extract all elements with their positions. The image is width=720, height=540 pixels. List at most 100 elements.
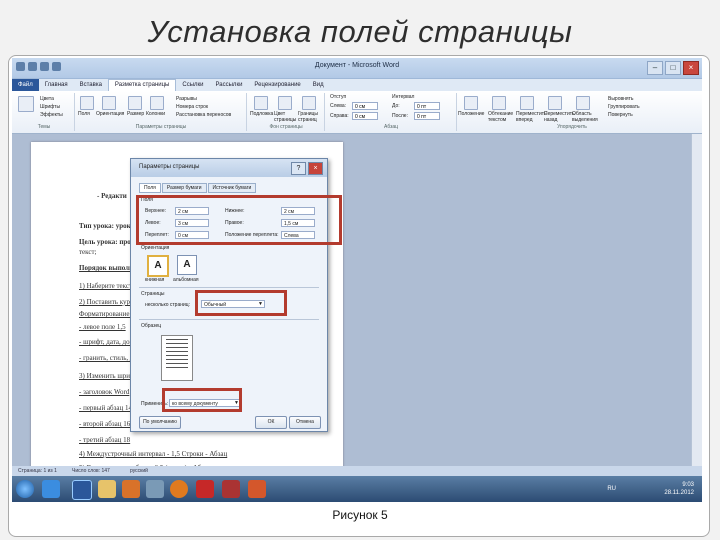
tab-file[interactable]: Файл (12, 79, 39, 91)
margins-icon[interactable] (80, 96, 94, 110)
explorer-icon[interactable] (98, 480, 116, 498)
send-backward-button[interactable]: Переместить назад (544, 111, 575, 123)
align-button[interactable]: Выровнять (608, 96, 634, 102)
document-line: - заголовок Word (79, 388, 130, 396)
portrait-label: книжная (145, 277, 165, 283)
tab-references[interactable]: Ссылки (176, 82, 209, 88)
tab-mailings[interactable]: Рассылки (209, 82, 248, 88)
page-color-icon[interactable] (278, 96, 292, 110)
highlight-multiple-pages-box (195, 290, 287, 316)
media-player-icon[interactable] (122, 480, 140, 498)
tab-page-layout[interactable]: Разметка страницы (107, 79, 177, 91)
ribbon-group-page-background: Подложка Цвет страницы Границы страниц Ф… (248, 93, 325, 131)
close-button[interactable]: × (683, 61, 699, 75)
tab-paper-size[interactable]: Размер бумаги (161, 183, 207, 193)
dialog-close-button[interactable]: × (308, 162, 323, 175)
tab-paper-source[interactable]: Источник бумаги (207, 183, 257, 193)
help-button[interactable]: ? (291, 162, 306, 175)
powerpoint-icon[interactable] (248, 480, 266, 498)
status-words[interactable]: Число слов: 147 (72, 468, 110, 474)
cancel-button[interactable]: Отмена (289, 416, 321, 429)
watermark-icon[interactable] (254, 96, 268, 110)
size-button[interactable]: Размер (127, 111, 144, 117)
tab-margins[interactable]: Поля (139, 183, 161, 193)
selection-pane-icon[interactable] (576, 96, 590, 110)
document-line: 4) Междустрочный интервал - 1,5 Строки -… (79, 450, 228, 458)
firefox-icon[interactable] (170, 480, 188, 498)
position-button[interactable]: Положение (458, 111, 484, 117)
tab-view[interactable]: Вид (307, 82, 330, 88)
indent-right-input[interactable]: 0 см (352, 112, 378, 120)
maximize-button[interactable]: □ (665, 61, 681, 75)
themes-icon[interactable] (18, 96, 34, 112)
document-line: 3) Изменить шрифт (79, 372, 138, 380)
rotate-button[interactable]: Повернуть (608, 112, 633, 118)
line-numbers-button[interactable]: Номера строк (176, 104, 208, 110)
document-line: текст; (79, 248, 97, 256)
landscape-orientation-icon[interactable]: A (177, 255, 197, 275)
language-indicator[interactable]: RU (607, 485, 616, 493)
spacing-after-input[interactable]: 0 пт (414, 112, 440, 120)
app-icon[interactable] (146, 480, 164, 498)
highlight-margins-box (136, 195, 342, 245)
ribbon-group-label: Темы (37, 124, 51, 130)
word-taskbar-icon[interactable] (72, 480, 92, 500)
margins-button[interactable]: Поля (78, 111, 90, 117)
status-bar: Страница: 1 из 1 Число слов: 147 русский (12, 466, 702, 476)
start-button-icon[interactable] (16, 480, 34, 498)
internet-explorer-icon[interactable] (42, 480, 60, 498)
clock-time[interactable]: 9:03 (664, 481, 694, 489)
clock-date[interactable]: 28.11.2012 (664, 489, 694, 497)
tab-home[interactable]: Главная (39, 82, 74, 88)
wrap-text-button[interactable]: Обтекание текстом (488, 111, 514, 123)
theme-fonts-button[interactable]: Шрифты (40, 104, 60, 110)
yandex-icon[interactable] (196, 480, 214, 498)
theme-colors-button[interactable]: Цвета (40, 96, 54, 102)
theme-effects-button[interactable]: Эффекты (40, 112, 63, 118)
hyphenation-button[interactable]: Расстановка переносов (176, 112, 231, 118)
spacing-after-label: После: (392, 113, 408, 119)
columns-icon[interactable] (150, 96, 164, 110)
watermark-button[interactable]: Подложка (250, 111, 273, 117)
status-language[interactable]: русский (130, 468, 148, 474)
page-borders-button[interactable]: Границы страниц (298, 111, 322, 123)
ribbon-tabs: Файл Главная Вставка Разметка страницы С… (12, 79, 702, 91)
document-line: Цель урока: прод (79, 238, 135, 246)
document-line: - первый абзац 14 (79, 404, 132, 412)
ribbon-group-label: Фон страницы (269, 124, 303, 130)
app-icon[interactable] (222, 480, 240, 498)
ribbon-group-themes: Цвета Шрифты Эффекты Темы (14, 93, 75, 131)
portrait-orientation-icon[interactable]: A (147, 255, 169, 277)
selection-pane-button[interactable]: Область выделения (572, 111, 598, 123)
tab-insert[interactable]: Вставка (74, 82, 108, 88)
wrap-text-icon[interactable] (492, 96, 506, 110)
group-button[interactable]: Группировать (608, 104, 640, 110)
spacing-before-input[interactable]: 0 пт (414, 102, 440, 110)
orientation-icon[interactable] (102, 96, 116, 110)
bring-forward-icon[interactable] (520, 96, 534, 110)
indent-left-input[interactable]: 0 см (352, 102, 378, 110)
window-titlebar: Документ - Microsoft Word – □ × (12, 58, 702, 79)
orientation-button[interactable]: Ориентация (96, 111, 124, 117)
ribbon-group-label: Параметры страницы (135, 124, 187, 130)
document-line: - Редакти (97, 192, 127, 200)
breaks-button[interactable]: Разрывы (176, 96, 197, 102)
status-page[interactable]: Страница: 1 из 1 (18, 468, 57, 474)
window-controls: – □ × (647, 61, 699, 75)
document-line: - третий абзац 18 (79, 436, 131, 444)
minimize-button[interactable]: – (647, 61, 663, 75)
columns-button[interactable]: Колонки (146, 111, 165, 117)
document-workspace: - Редакти Тип урока: урок Цель урока: прод… (12, 134, 702, 472)
vertical-scrollbar[interactable] (691, 134, 702, 466)
page-borders-icon[interactable] (302, 96, 316, 110)
page-color-button[interactable]: Цвет страницы (274, 111, 296, 123)
size-icon[interactable] (128, 96, 142, 110)
default-button[interactable]: По умолчанию (139, 416, 181, 429)
window-title: Документ - Microsoft Word (314, 62, 400, 69)
tab-review[interactable]: Рецензирование (248, 82, 306, 88)
ok-button[interactable]: ОК (255, 416, 287, 429)
send-backward-icon[interactable] (548, 96, 562, 110)
slide-title: Установка полей страницы (147, 14, 573, 49)
bring-forward-button[interactable]: Переместить вперед (516, 111, 547, 123)
position-icon[interactable] (464, 96, 478, 110)
